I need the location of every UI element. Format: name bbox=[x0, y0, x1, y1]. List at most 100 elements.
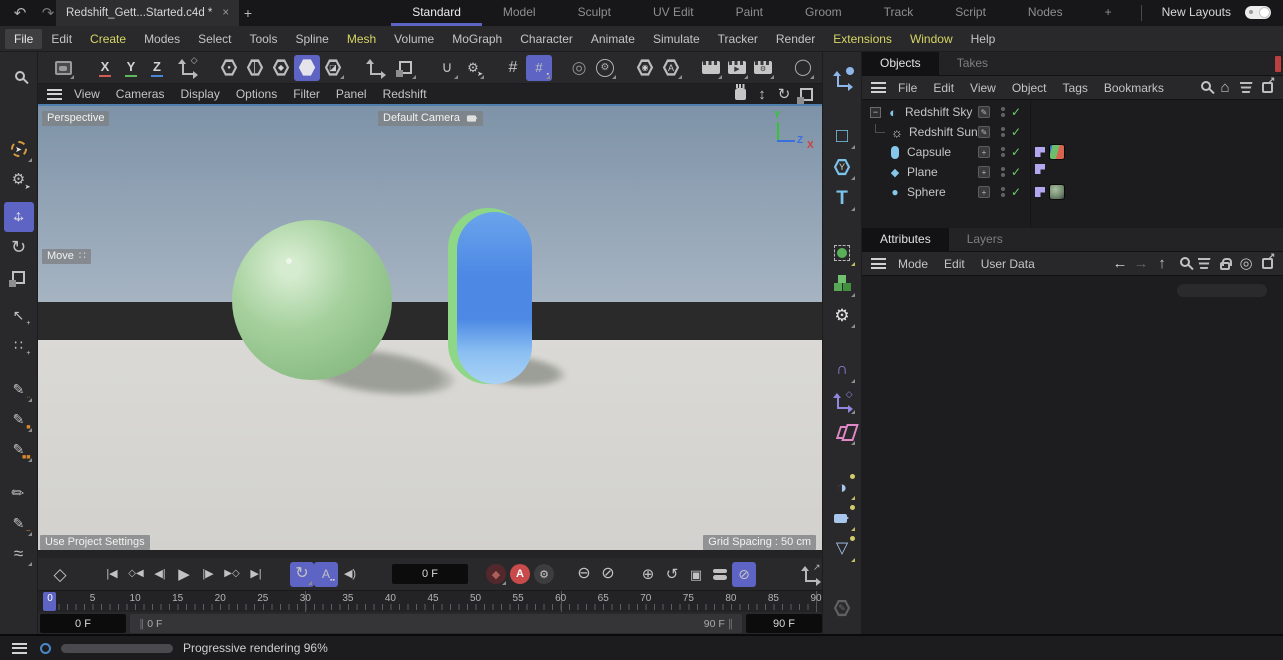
menu-item-bookmarks[interactable]: Bookmarks bbox=[1096, 79, 1172, 97]
range-slider[interactable]: ∥0 F 90 F∥ bbox=[130, 614, 742, 633]
quantize-button[interactable]: #▪ bbox=[526, 55, 552, 81]
modeling-settings-button[interactable]: ◎ bbox=[566, 55, 592, 81]
filter-icon[interactable] bbox=[1194, 254, 1214, 274]
edit-toggle-icon[interactable]: ✎ bbox=[978, 126, 990, 138]
snap-settings-button[interactable]: ⚙➤ bbox=[460, 55, 486, 81]
redo-icon[interactable]: ↷ bbox=[38, 3, 58, 23]
position-toggle-button[interactable]: ⊕ bbox=[636, 562, 660, 587]
workplane-button[interactable] bbox=[392, 55, 418, 81]
gear-ring-button[interactable]: ⚙ bbox=[592, 55, 618, 81]
phong-tag-icon[interactable] bbox=[1035, 164, 1045, 174]
primitive-cube-button[interactable]: Y bbox=[827, 152, 857, 182]
volume-builder-button[interactable] bbox=[827, 269, 857, 299]
pan-view-button[interactable] bbox=[730, 84, 750, 104]
search-icon[interactable] bbox=[1173, 254, 1193, 274]
commander-search-button[interactable] bbox=[4, 62, 34, 92]
menu-item-file[interactable]: File bbox=[5, 29, 42, 49]
knife-tool-button[interactable]: ✎╌ bbox=[4, 508, 34, 538]
menu-item-tracker[interactable]: Tracker bbox=[709, 29, 767, 49]
tweak-tool-button[interactable]: ↖+ bbox=[4, 300, 34, 330]
camera-label[interactable]: Default Camera bbox=[378, 111, 483, 126]
target-icon[interactable]: ◎ bbox=[1236, 254, 1256, 274]
multi-move-tool-button[interactable]: ∷+ bbox=[4, 330, 34, 360]
menu-item-view[interactable]: View bbox=[66, 85, 108, 103]
axis-modifier-button[interactable]: ◇ bbox=[827, 386, 857, 416]
instance-button[interactable] bbox=[827, 417, 857, 447]
forward-icon[interactable]: → bbox=[1131, 254, 1151, 274]
brush-tool-button[interactable]: ✎ bbox=[4, 478, 34, 508]
lock-icon[interactable] bbox=[1215, 254, 1235, 274]
object-name[interactable]: Sphere bbox=[907, 185, 946, 199]
capsule-object[interactable] bbox=[457, 212, 532, 384]
layout-tab-standard[interactable]: Standard bbox=[391, 0, 482, 26]
grid-button[interactable]: # bbox=[500, 55, 526, 81]
go-to-end-button[interactable]: ▶| bbox=[244, 562, 268, 587]
deformer-button[interactable]: ∩ bbox=[827, 355, 857, 385]
layout-tab-groom[interactable]: Groom bbox=[784, 0, 863, 26]
autokeying-button[interactable]: A bbox=[508, 562, 532, 587]
edit-toggle-icon[interactable]: + bbox=[978, 166, 990, 178]
next-frame-button[interactable]: |▶ bbox=[196, 562, 220, 587]
home-icon[interactable]: ⌂ bbox=[1215, 78, 1235, 98]
menu-item-help[interactable]: Help bbox=[962, 29, 1005, 49]
coordinate-system-button[interactable]: ◇ bbox=[174, 55, 200, 81]
render-region-button[interactable]: ◯ bbox=[790, 55, 816, 81]
object-name[interactable]: Redshift Sky bbox=[905, 105, 972, 119]
layout-tab-uv-edit[interactable]: UV Edit bbox=[632, 0, 715, 26]
mograph-cloner-button[interactable] bbox=[827, 238, 857, 268]
menu-item-modes[interactable]: Modes bbox=[135, 29, 189, 49]
enabled-check-icon[interactable]: ✓ bbox=[1011, 185, 1021, 199]
next-key-button[interactable]: ▶◇ bbox=[220, 562, 244, 587]
spline-pen-button[interactable]: ✎∙∙ bbox=[4, 374, 34, 404]
phong-tag-icon[interactable] bbox=[1035, 187, 1045, 197]
texture-mode-button[interactable]: ◪ bbox=[320, 55, 346, 81]
undo-icon[interactable]: ↶ bbox=[10, 3, 30, 23]
layout-tab-model[interactable]: Model bbox=[482, 0, 557, 26]
dolly-view-button[interactable]: ↕ bbox=[752, 84, 772, 104]
viewport-canvas[interactable]: Perspective Default Camera Move∷ Use Pro… bbox=[38, 104, 822, 550]
rotation-toggle-button[interactable]: ↺ bbox=[660, 562, 684, 587]
camera-object-button[interactable] bbox=[827, 503, 857, 533]
simulation-button[interactable]: ⚙ bbox=[827, 300, 857, 330]
previous-frame-button[interactable]: ◀| bbox=[148, 562, 172, 587]
annotation-button[interactable]: A bbox=[658, 55, 684, 81]
display-filter-button[interactable]: ◉ bbox=[632, 55, 658, 81]
spline-object-button[interactable]: □ bbox=[827, 121, 857, 151]
fcurve-button[interactable]: ↗ bbox=[798, 562, 822, 587]
text-object-button[interactable]: T bbox=[827, 183, 857, 213]
polygon-pen-button[interactable]: ✎■ bbox=[4, 404, 34, 434]
close-icon[interactable]: × bbox=[222, 7, 229, 19]
menu-item-mesh[interactable]: Mesh bbox=[338, 29, 385, 49]
pla-toggle-button[interactable]: ⊘ bbox=[732, 562, 756, 587]
tab-takes[interactable]: Takes bbox=[939, 52, 1006, 75]
range-right-grip[interactable]: ∥ bbox=[728, 618, 733, 630]
polygons-mode-button[interactable]: ◆ bbox=[268, 55, 294, 81]
add-layout-button[interactable]: + bbox=[1084, 0, 1133, 26]
layout-tab-nodes[interactable]: Nodes bbox=[1007, 0, 1084, 26]
up-icon[interactable]: ↑ bbox=[1152, 254, 1172, 274]
timeline-ruler[interactable]: 051015202530354045505560657075808590 bbox=[38, 590, 822, 612]
go-to-start-button[interactable]: |◀ bbox=[100, 562, 124, 587]
menu-item-character[interactable]: Character bbox=[511, 29, 582, 49]
edit-toggle-icon[interactable]: + bbox=[978, 186, 990, 198]
visibility-dots[interactable] bbox=[1001, 107, 1005, 117]
tree-row-redshift-sky[interactable]: −◐Redshift Sky✎✓ bbox=[862, 102, 1283, 122]
menu-item-tags[interactable]: Tags bbox=[1055, 79, 1096, 97]
view-label[interactable]: Perspective bbox=[42, 111, 109, 126]
add-keyframe-button[interactable]: ◇ bbox=[48, 562, 72, 587]
expander-icon[interactable]: − bbox=[870, 107, 881, 118]
menu-item-options[interactable]: Options bbox=[228, 85, 285, 103]
menu-item-animate[interactable]: Animate bbox=[582, 29, 644, 49]
enabled-check-icon[interactable]: ✓ bbox=[1011, 165, 1021, 179]
snap-button[interactable]: ∪ bbox=[434, 55, 460, 81]
loop-playback-button[interactable]: ↻ bbox=[290, 562, 314, 587]
menu-item-redshift[interactable]: Redshift bbox=[375, 85, 435, 103]
menu-item-edit[interactable]: Edit bbox=[42, 29, 81, 49]
menu-item-edit[interactable]: Edit bbox=[936, 255, 973, 273]
range-end-field[interactable]: 90 F bbox=[746, 614, 822, 633]
menu-item-mograph[interactable]: MoGraph bbox=[443, 29, 511, 49]
previous-key-button[interactable]: ◇◀ bbox=[124, 562, 148, 587]
object-name[interactable]: Redshift Sun bbox=[909, 125, 978, 139]
menu-item-spline[interactable]: Spline bbox=[286, 29, 337, 49]
material-tag-capsule[interactable] bbox=[1049, 144, 1065, 160]
